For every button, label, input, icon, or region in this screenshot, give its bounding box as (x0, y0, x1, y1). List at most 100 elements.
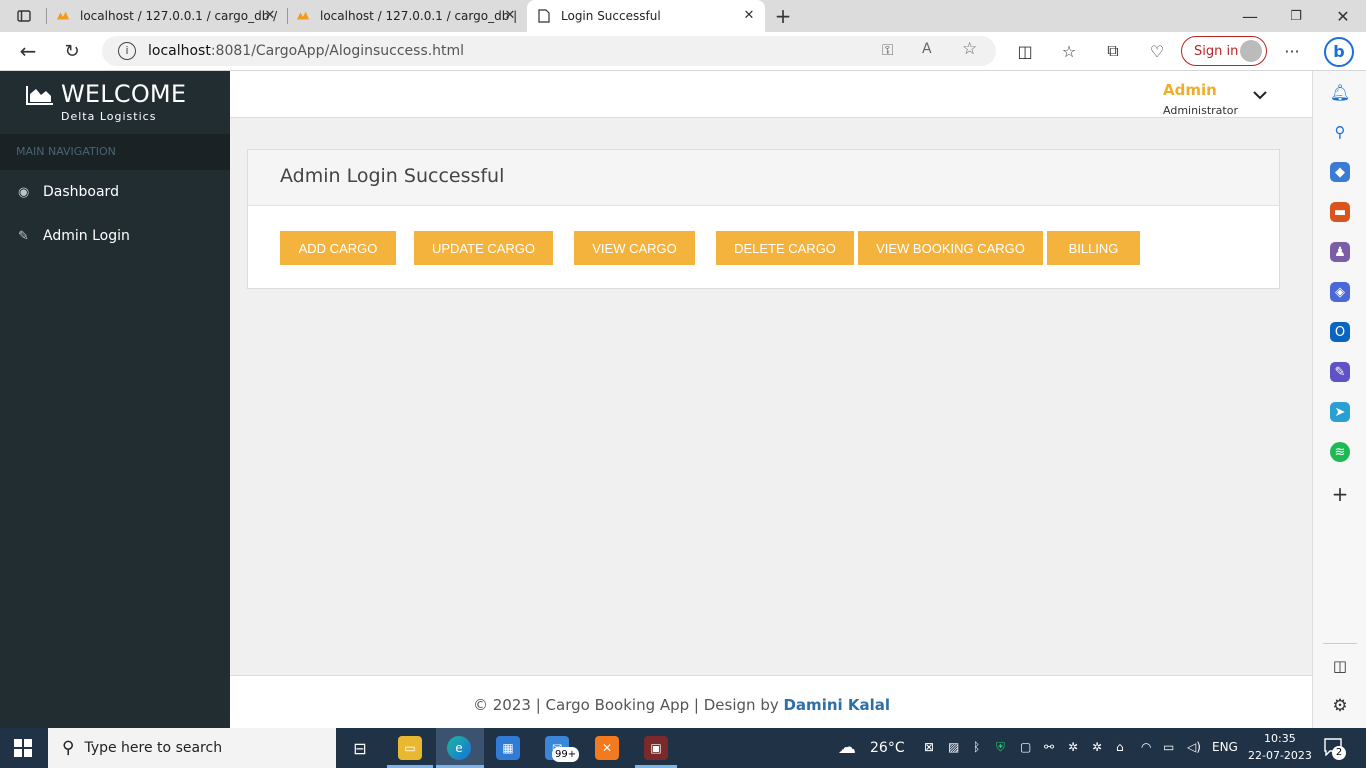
language-indicator[interactable]: ENG (1212, 740, 1238, 754)
tab-phpmyadmin-1[interactable]: localhost / 127.0.0.1 / cargo_db / ✕ (56, 0, 286, 32)
outlook-icon[interactable]: O (1330, 322, 1350, 342)
xampp-icon[interactable]: ✕ (595, 736, 619, 760)
volume-icon[interactable]: ◁) (1187, 740, 1201, 754)
search-placeholder: Type here to search (84, 740, 223, 756)
bell-icon[interactable]: 🔔︎ (1330, 82, 1350, 102)
edge-icon[interactable]: e (447, 736, 471, 760)
search-icon[interactable]: ⚲ (1330, 122, 1350, 142)
back-arrow-icon[interactable]: ← (14, 37, 42, 65)
microsoft365-icon[interactable]: ◈ (1330, 282, 1350, 302)
toolbox-icon[interactable]: ▬ (1330, 202, 1350, 222)
sidebar-item-admin-login[interactable]: ✎ Admin Login (0, 214, 230, 258)
tab-actions-icon[interactable] (10, 2, 38, 30)
action-box: Admin Login Successful ADD CARGO UPDATE … (247, 149, 1280, 289)
split-screen-icon[interactable]: ◫ (1011, 37, 1039, 65)
view-booking-cargo-button[interactable]: VIEW BOOKING CARGO (858, 231, 1043, 265)
divider (1323, 643, 1357, 644)
add-cargo-button[interactable]: ADD CARGO (280, 231, 396, 265)
new-tab-button[interactable]: + (769, 2, 797, 30)
add-icon[interactable]: + (1330, 482, 1350, 506)
designer-icon[interactable]: ✎ (1330, 362, 1350, 382)
gear-icon[interactable]: ⚙ (1330, 696, 1350, 716)
box-title: Admin Login Successful (280, 165, 505, 187)
delete-cargo-button[interactable]: DELETE CARGO (716, 231, 854, 265)
sidebar-toggle-icon[interactable]: ◫ (1330, 656, 1350, 676)
store-icon[interactable]: ▦ (496, 736, 520, 760)
clock-time[interactable]: 10:35 (1264, 732, 1296, 745)
notification-count: 2 (1332, 746, 1346, 760)
user-name[interactable]: Admin (1163, 81, 1217, 99)
tab-separator (287, 8, 288, 24)
sign-in-label: Sign in (1194, 43, 1239, 59)
window-close-icon[interactable]: ✕ (1329, 2, 1357, 30)
favorites-icon[interactable]: ☆ (1055, 37, 1083, 65)
tray-app-icon[interactable]: ▨ (948, 740, 959, 754)
performance-icon[interactable]: ♡ (1143, 37, 1171, 65)
tab-phpmyadmin-2[interactable]: localhost / 127.0.0.1 / cargo_db | ✕ (296, 0, 526, 32)
tray-app3-icon[interactable]: ✲ (1092, 740, 1102, 754)
page-footer: © 2023 | Cargo Booking App | Design by D… (230, 675, 1312, 728)
billing-button[interactable]: BILLING (1047, 231, 1140, 265)
app-sidebar: WELCOME Delta Logistics MAIN NAVIGATION … (0, 71, 230, 728)
brand-subtitle: Delta Logistics (61, 110, 157, 123)
read-aloud-icon[interactable]: A (922, 41, 932, 57)
close-icon[interactable]: ✕ (741, 8, 757, 24)
mail-badge: 99+ (552, 747, 580, 762)
sidebar-item-label: Admin Login (43, 228, 130, 244)
tray-app4-icon[interactable]: ⌂ (1116, 740, 1124, 754)
page-icon (537, 9, 551, 23)
battery-icon[interactable]: ▭ (1163, 740, 1174, 754)
info-icon[interactable]: i (118, 42, 136, 60)
weather-temp[interactable]: 26°C (870, 740, 905, 756)
sidebar-item-label: Dashboard (43, 184, 119, 200)
clock-date[interactable]: 22-07-2023 (1248, 749, 1312, 762)
tray-bluetooth-icon[interactable]: ᛒ (973, 740, 980, 754)
restore-icon[interactable]: ❐ (1282, 2, 1310, 30)
dashboard-icon: ◉ (18, 184, 30, 200)
telegram-icon[interactable]: ➤ (1330, 402, 1350, 422)
author-link[interactable]: Damini Kalal (783, 696, 890, 714)
windows-taskbar: ⚲ Type here to search ⊟ ▭ e ▦ ✉ 99+ ✕ ▣ … (0, 728, 1366, 768)
browser-toolbar: ← ↻ i localhost:8081/CargoApp/Aloginsucc… (0, 32, 1366, 71)
edge-sidebar: 🔔︎ ⚲ ◆ ▬ ♟ ◈ O ✎ ➤ ≋ + ◫ ⚙ (1312, 71, 1366, 728)
address-bar[interactable]: i localhost:8081/CargoApp/Aloginsuccess.… (102, 36, 996, 66)
windows-start-icon[interactable] (14, 739, 32, 761)
user-role: Administrator (1163, 104, 1238, 117)
sidebar-item-dashboard[interactable]: ◉ Dashboard (0, 170, 230, 214)
app-icon[interactable]: ▣ (644, 736, 668, 760)
weather-icon[interactable]: ☁ (838, 737, 856, 758)
url-text[interactable]: localhost:8081/CargoApp/Aloginsuccess.ht… (148, 43, 464, 59)
more-options-icon[interactable]: ··· (1278, 37, 1306, 65)
file-explorer-icon[interactable]: ▭ (398, 736, 422, 760)
sign-in-button[interactable]: Sign in (1181, 36, 1267, 66)
close-icon[interactable]: ✕ (502, 8, 518, 24)
bing-chat-icon[interactable]: b (1324, 37, 1354, 67)
taskbar-search[interactable]: ⚲ Type here to search (48, 728, 336, 768)
task-view-icon[interactable]: ⊟ (348, 736, 372, 760)
area-chart-icon (26, 86, 53, 105)
collections-icon[interactable]: ⧉ (1099, 37, 1127, 65)
tray-meet-icon[interactable]: ▢ (1020, 740, 1031, 754)
tray-app2-icon[interactable]: ✲ (1068, 740, 1078, 754)
wifi-icon[interactable]: ◠ (1141, 740, 1151, 754)
view-cargo-button[interactable]: VIEW CARGO (574, 231, 695, 265)
tray-security-icon[interactable]: ⛨ (996, 740, 1005, 755)
tab-label: localhost / 127.0.0.1 / cargo_db | (320, 9, 518, 23)
key-icon[interactable]: ⚿ (882, 41, 893, 59)
brand[interactable]: WELCOME Delta Logistics (0, 71, 230, 134)
update-cargo-button[interactable]: UPDATE CARGO (414, 231, 553, 265)
tag-icon[interactable]: ◆ (1330, 162, 1350, 182)
tab-login-successful[interactable]: Login Successful ✕ (527, 0, 765, 32)
favorite-star-icon[interactable]: ☆ (962, 39, 977, 59)
tray-xampp-icon[interactable]: ⊠ (924, 740, 934, 754)
close-icon[interactable]: ✕ (262, 8, 278, 24)
chevron-down-icon[interactable] (1252, 85, 1268, 104)
refresh-icon[interactable]: ↻ (58, 37, 86, 65)
games-icon[interactable]: ♟ (1330, 242, 1350, 262)
minimize-icon[interactable]: — (1236, 2, 1264, 30)
phpmyadmin-icon (296, 9, 310, 23)
tray-network-app-icon[interactable]: ⚯ (1044, 740, 1054, 754)
tab-label: Login Successful (561, 9, 661, 23)
search-icon: ⚲ (62, 738, 75, 758)
spotify-icon[interactable]: ≋ (1330, 442, 1350, 462)
